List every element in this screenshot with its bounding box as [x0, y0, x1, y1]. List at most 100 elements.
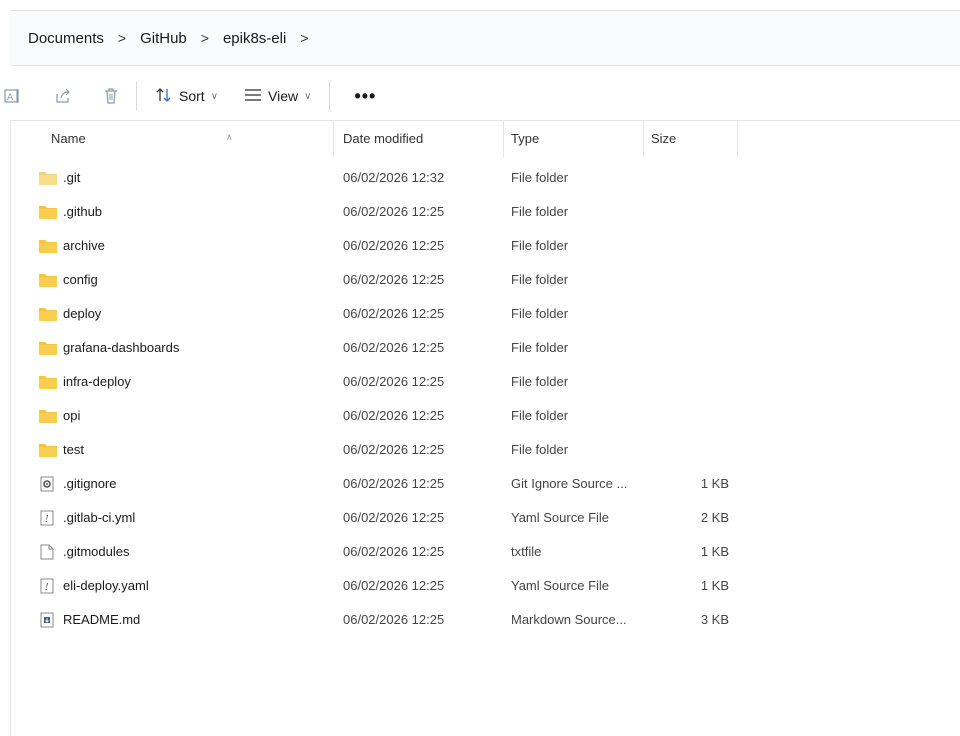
address-bar[interactable]: Documents > GitHub > epik8s-eli >	[10, 10, 960, 66]
folder-icon	[39, 442, 57, 458]
column-header-name[interactable]: Name ∧	[51, 121, 334, 157]
file-type: File folder	[511, 238, 569, 253]
sort-caret-icon: ∧	[226, 132, 233, 142]
column-header-type[interactable]: Type	[511, 121, 644, 157]
breadcrumb-separator[interactable]: >	[191, 30, 219, 46]
file-date-modified: 06/02/2026 12:25	[343, 272, 445, 287]
file-row[interactable]: test 06/02/2026 12:25 File folder	[11, 433, 960, 467]
file-date-modified: 06/02/2026 12:25	[343, 612, 445, 627]
file-size	[651, 229, 729, 263]
file-type: File folder	[511, 204, 569, 219]
folder-icon	[39, 204, 57, 220]
column-header-name-label: Name	[51, 131, 86, 146]
file-name: eli-deploy.yaml	[63, 578, 149, 593]
file-date-modified: 06/02/2026 12:25	[343, 442, 445, 457]
file-name: .gitlab-ci.yml	[63, 510, 136, 525]
file-type: Git Ignore Source ...	[511, 476, 628, 491]
file-row[interactable]: ! .gitlab-ci.yml 06/02/2026 12:25 Yaml Sour…	[11, 501, 960, 535]
sort-label: Sort	[179, 88, 205, 104]
file-name: config	[63, 272, 98, 287]
file-date-modified: 06/02/2026 12:25	[343, 408, 445, 423]
file-explorer-window: Documents > GitHub > epik8s-eli > A Sort…	[0, 0, 960, 736]
breadcrumb-github[interactable]: GitHub	[136, 26, 191, 51]
file-name: infra-deploy	[63, 374, 131, 389]
file-date-modified: 06/02/2026 12:25	[343, 544, 445, 559]
file-size: 1 KB	[700, 578, 729, 593]
file-type: File folder	[511, 272, 569, 287]
more-options-button[interactable]: •••	[340, 87, 390, 105]
file-type: txtfile	[511, 544, 542, 559]
file-name: opi	[63, 408, 81, 423]
file-size	[651, 365, 729, 399]
file-size: 1 KB	[700, 544, 729, 559]
view-button[interactable]: View ∨	[236, 84, 319, 109]
file-type: Yaml Source File	[511, 578, 610, 593]
file-row[interactable]: README.md 06/02/2026 12:25 Markdown Source…	[11, 603, 960, 637]
file-type: File folder	[511, 408, 569, 423]
folder-icon	[39, 238, 57, 254]
file-size: 1 KB	[700, 476, 729, 491]
folder-icon	[39, 306, 57, 322]
file-size	[651, 263, 729, 297]
file-type: File folder	[511, 374, 569, 389]
yaml-file-icon: !	[39, 578, 57, 594]
breadcrumb-separator[interactable]: >	[108, 30, 136, 46]
breadcrumb-epik8s-eli[interactable]: epik8s-eli	[219, 26, 290, 51]
file-size: 3 KB	[700, 612, 729, 627]
toolbar-divider	[329, 82, 331, 110]
folder-icon	[39, 374, 57, 390]
delete-icon[interactable]	[100, 85, 122, 107]
folder-icon	[39, 340, 57, 356]
file-row[interactable]: deploy 06/02/2026 12:25 File folder	[11, 297, 960, 331]
chevron-down-icon: ∨	[210, 90, 219, 102]
file-row[interactable]: .gitmodules 06/02/2026 12:25 txtfile 1 KB	[11, 535, 960, 569]
file-row[interactable]: .git 06/02/2026 12:32 File folder	[11, 161, 960, 195]
file-size	[651, 331, 729, 365]
column-header-date[interactable]: Date modified	[343, 121, 504, 157]
file-name: README.md	[63, 612, 141, 627]
markdown-file-icon	[39, 612, 57, 628]
file-row[interactable]: ! eli-deploy.yaml 06/02/2026 12:25 Yaml Sou…	[11, 569, 960, 603]
svg-text:A: A	[7, 93, 14, 103]
column-header-size[interactable]: Size	[651, 121, 738, 157]
file-name: .gitignore	[63, 476, 117, 491]
view-icon	[244, 88, 262, 105]
svg-text:!: !	[45, 515, 49, 525]
file-date-modified: 06/02/2026 12:25	[343, 476, 445, 491]
file-type: Yaml Source File	[511, 510, 610, 525]
chevron-down-icon: ∨	[304, 90, 312, 102]
breadcrumb-documents[interactable]: Documents	[24, 26, 108, 51]
sort-button[interactable]: Sort ∨	[147, 83, 226, 110]
file-size	[651, 161, 729, 195]
file-name: .gitmodules	[63, 544, 130, 559]
column-headers: Name ∧ Date modified Type Size	[11, 121, 960, 157]
file-row[interactable]: .gitignore 06/02/2026 12:25 Git Ignore Sou…	[11, 467, 960, 501]
gear-file-icon	[39, 476, 57, 492]
file-row[interactable]: archive 06/02/2026 12:25 File folder	[11, 229, 960, 263]
file-date-modified: 06/02/2026 12:25	[343, 340, 445, 355]
file-row[interactable]: infra-deploy 06/02/2026 12:25 File folder	[11, 365, 960, 399]
file-name: .github	[63, 204, 103, 219]
file-size	[651, 399, 729, 433]
file-name: grafana-dashboards	[63, 340, 180, 355]
view-label: View	[268, 88, 299, 104]
folder-light-icon	[39, 170, 57, 186]
file-row[interactable]: grafana-dashboards 06/02/2026 12:25 File f…	[11, 331, 960, 365]
file-row[interactable]: config 06/02/2026 12:25 File folder	[11, 263, 960, 297]
breadcrumb-separator[interactable]: >	[290, 30, 318, 46]
share-icon[interactable]	[52, 85, 74, 107]
rename-icon[interactable]: A	[2, 85, 24, 107]
file-type: File folder	[511, 306, 569, 321]
file-date-modified: 06/02/2026 12:25	[343, 306, 445, 321]
file-row[interactable]: .github 06/02/2026 12:25 File folder	[11, 195, 960, 229]
file-type: File folder	[511, 340, 569, 355]
file-size: 2 KB	[700, 510, 729, 525]
file-date-modified: 06/02/2026 12:25	[343, 510, 445, 525]
file-date-modified: 06/02/2026 12:25	[343, 578, 445, 593]
file-type: File folder	[511, 170, 569, 185]
file-name: .git	[63, 170, 81, 185]
sort-icon	[155, 87, 173, 106]
file-name: test	[63, 442, 84, 457]
file-type: File folder	[511, 442, 569, 457]
file-row[interactable]: opi 06/02/2026 12:25 File folder	[11, 399, 960, 433]
